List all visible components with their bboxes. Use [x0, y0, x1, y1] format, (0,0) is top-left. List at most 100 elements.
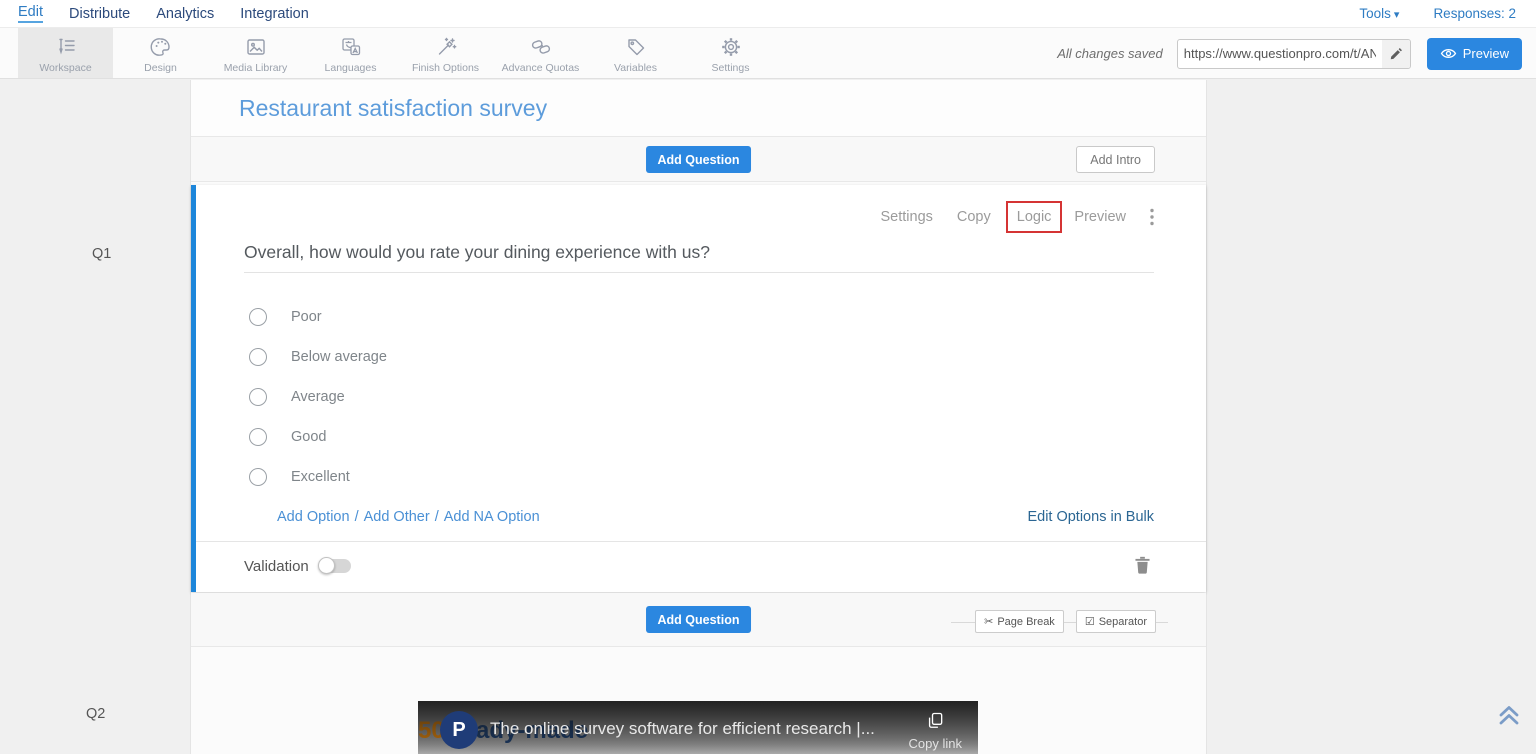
question-copy-button[interactable]: Copy [957, 209, 991, 225]
question1-options: Poor Below average Average Good Excellen… [196, 297, 1206, 497]
toolbar-item-languages[interactable]: Languages [303, 28, 398, 78]
survey-url-input[interactable] [1178, 46, 1382, 61]
kebab-menu-icon [1150, 208, 1154, 226]
radio-icon[interactable] [249, 348, 267, 366]
survey-workspace: Q1 Q2 Restaurant satisfaction survey Add… [0, 80, 1536, 754]
question2-video-embed[interactable]: 50 ady-made P The online survey software… [418, 701, 978, 754]
copy-link-label: Copy link [909, 736, 962, 751]
toolbar-item-label: Variables [614, 62, 657, 74]
workspace-icon [54, 35, 78, 59]
edit-url-button[interactable] [1382, 40, 1410, 68]
question-logic-button[interactable]: Logic [1006, 201, 1063, 233]
option-label[interactable]: Excellent [291, 469, 350, 485]
survey-content-column: Restaurant satisfaction survey Add Quest… [190, 80, 1207, 754]
question1-id: Q1 [92, 246, 111, 262]
advance-quotas-link-icon [529, 35, 553, 59]
toggle-knob [318, 557, 335, 574]
top-nav-tabs: Edit Distribute Analytics Integration [0, 4, 335, 23]
toolbar-item-design[interactable]: Design [113, 28, 208, 78]
option-label[interactable]: Below average [291, 349, 387, 365]
radio-icon[interactable] [249, 428, 267, 446]
delete-question-button[interactable] [1135, 556, 1150, 579]
tab-integration[interactable]: Integration [240, 6, 309, 22]
toolbar-item-finish-options[interactable]: Finish Options [398, 28, 493, 78]
toolbar-item-label: Workspace [39, 62, 91, 74]
top-nav: Edit Distribute Analytics Integration To… [0, 0, 1536, 28]
validation-toggle[interactable] [320, 559, 351, 573]
survey-title-section: Restaurant satisfaction survey [191, 80, 1206, 137]
save-status: All changes saved [1057, 46, 1163, 61]
option-label[interactable]: Good [291, 429, 326, 445]
page-break-label: Page Break [997, 616, 1054, 628]
video-title[interactable]: The online survey software for efficient… [490, 719, 875, 739]
question-settings-button[interactable]: Settings [880, 209, 932, 225]
design-palette-icon [149, 35, 173, 59]
option-row: Good [196, 417, 1206, 457]
variables-tag-icon [624, 35, 648, 59]
question-preview-button[interactable]: Preview [1074, 209, 1126, 225]
finish-options-wand-icon [434, 35, 458, 59]
add-other-link[interactable]: Add Other [364, 509, 430, 525]
tools-menu[interactable]: Tools▾ [1359, 6, 1399, 21]
toolbar-item-label: Design [144, 62, 177, 74]
scroll-to-top-button[interactable] [1495, 702, 1523, 733]
add-option-link[interactable]: Add Option [277, 509, 350, 525]
toolbar-item-label: Media Library [224, 62, 288, 74]
toolbar-item-workspace[interactable]: Workspace [18, 28, 113, 78]
preview-button[interactable]: Preview [1427, 38, 1522, 70]
toolbar-item-advance-quotas[interactable]: Advance Quotas [493, 28, 588, 78]
pencil-icon [1389, 47, 1403, 61]
eye-icon [1440, 47, 1457, 60]
editor-toolbar: Workspace Design Media Library Languages… [0, 28, 1536, 79]
separator-slash: / [355, 509, 359, 525]
page-break-button[interactable]: ✂ Page Break [975, 610, 1064, 633]
page-break-separator-group: ✂ Page Break ☑ Separator [963, 610, 1156, 633]
copy-icon [925, 711, 945, 731]
separator-label: Separator [1099, 616, 1147, 628]
option-row: Excellent [196, 457, 1206, 497]
edit-options-in-bulk-link[interactable]: Edit Options in Bulk [1027, 509, 1154, 525]
toolbar-item-variables[interactable]: Variables [588, 28, 683, 78]
questionpro-logo[interactable]: P [440, 711, 478, 749]
toolbar-item-label: Advance Quotas [502, 62, 580, 74]
question1-card: Settings Copy Logic Preview Overall, how… [191, 185, 1206, 592]
survey-url-box [1177, 39, 1411, 69]
add-intro-button[interactable]: Add Intro [1076, 146, 1155, 173]
chevron-down-icon: ▾ [1394, 9, 1400, 21]
option-links-row: Add Option / Add Other / Add NA Option Edit … [196, 497, 1206, 525]
radio-icon[interactable] [249, 468, 267, 486]
toolbar-item-media-library[interactable]: Media Library [208, 28, 303, 78]
survey-title[interactable]: Restaurant satisfaction survey [191, 95, 547, 122]
top-nav-right: Tools▾ Responses: 2 [1359, 6, 1536, 21]
settings-gear-icon [719, 35, 743, 59]
responses-link[interactable]: Responses: 2 [1433, 6, 1516, 21]
add-question-row-bottom: Add Question ✂ Page Break ☑ Separator [191, 593, 1206, 647]
copy-link-button[interactable]: Copy link [909, 711, 962, 751]
add-question-row-top: Add Question Add Intro [191, 137, 1206, 182]
radio-icon[interactable] [249, 308, 267, 326]
option-row: Poor [196, 297, 1206, 337]
trash-icon [1135, 556, 1150, 574]
option-label[interactable]: Poor [291, 309, 322, 325]
toolbar-item-settings[interactable]: Settings [683, 28, 778, 78]
radio-icon[interactable] [249, 388, 267, 406]
option-label[interactable]: Average [291, 389, 345, 405]
question2-area: 50 ady-made P The online survey software… [191, 647, 1206, 754]
question-more-menu[interactable] [1150, 208, 1154, 226]
option-row: Below average [196, 337, 1206, 377]
preview-label: Preview [1463, 46, 1509, 61]
double-chevron-up-icon [1495, 702, 1523, 728]
add-question-button-top[interactable]: Add Question [646, 146, 752, 173]
add-question-button-bottom[interactable]: Add Question [646, 606, 752, 633]
media-library-icon [244, 35, 268, 59]
separator-button[interactable]: ☑ Separator [1076, 610, 1156, 633]
toolbar-item-label: Settings [712, 62, 750, 74]
separator-slash: / [435, 509, 439, 525]
question1-text-underline [244, 272, 1154, 273]
tab-edit[interactable]: Edit [18, 4, 43, 23]
tab-analytics[interactable]: Analytics [156, 6, 214, 22]
tab-distribute[interactable]: Distribute [69, 6, 130, 22]
languages-translate-icon [339, 35, 363, 59]
toolbar-item-label: Finish Options [412, 62, 479, 74]
add-na-option-link[interactable]: Add NA Option [444, 509, 540, 525]
